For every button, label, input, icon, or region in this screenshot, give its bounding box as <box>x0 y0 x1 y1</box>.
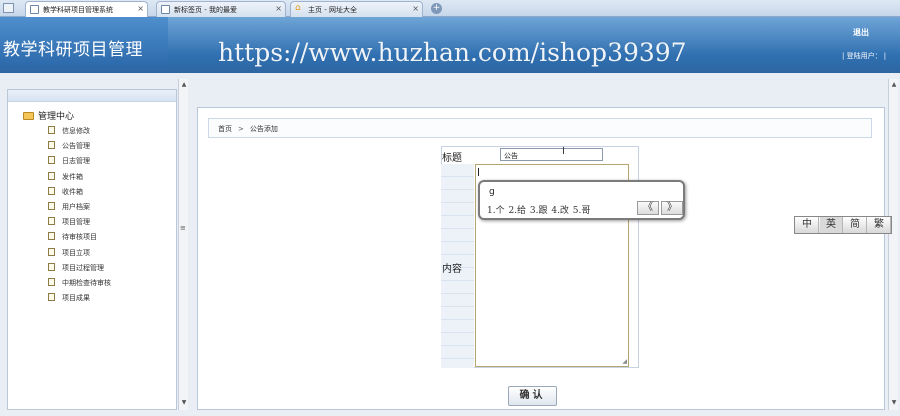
document-icon <box>48 186 55 195</box>
sidebar-menu: 管理中心 信息修改 公告管理 日志管理 发件箱 收件箱 用户档案 项目管理 待审… <box>7 89 177 410</box>
tab-home-directory[interactable]: ⌂ 主页 - 网址大全 × <box>290 1 423 17</box>
ime-status-bar: 中英简繁 <box>794 216 892 234</box>
sidebar-item-label: 信息修改 <box>62 127 90 135</box>
main-scrollbar[interactable]: ▲ ▼ <box>888 79 898 410</box>
ime-candidate-window: g 1.个 2.给 3.跟 4.改 5.哥 《 》 <box>478 180 685 220</box>
logged-in-user: | 登陆用户： | <box>842 52 887 60</box>
tab-label: 主页 - 网址大全 <box>308 6 357 14</box>
document-icon <box>48 141 55 150</box>
ime-candidate-list[interactable]: 1.个 2.给 3.跟 4.改 5.哥 <box>487 203 590 216</box>
ime-mode-english[interactable]: 英 <box>820 217 843 233</box>
home-icon: ⌂ <box>295 3 301 13</box>
sidebar-item-project-results[interactable]: 项目成果 <box>48 293 111 308</box>
sidebar-item-logs[interactable]: 日志管理 <box>48 156 111 171</box>
sidebar-header <box>8 90 176 102</box>
sidebar-item-info-edit[interactable]: 信息修改 <box>48 126 111 141</box>
ime-mode-traditional[interactable]: 繁 <box>868 217 891 233</box>
scroll-down-arrow-icon[interactable]: ▼ <box>180 399 188 407</box>
tab-label: 新标签页 - 我的最爱 <box>174 6 237 14</box>
scroll-up-arrow-icon[interactable]: ▲ <box>890 81 898 89</box>
sidebar-item-label: 项目管理 <box>62 218 90 227</box>
sidebar-item-label: 项目过程管理 <box>62 263 104 272</box>
watermark-text: https://www.huzhan.com/ishop39397 <box>218 38 687 67</box>
sidebar-item-label: 日志管理 <box>62 157 90 166</box>
tab-new-tab-favorites[interactable]: 新标签页 - 我的最爱 × <box>156 1 286 17</box>
sidebar-item-list: 信息修改 公告管理 日志管理 发件箱 收件箱 用户档案 项目管理 待审核项目 项… <box>48 126 111 308</box>
page-icon <box>161 5 170 14</box>
document-icon <box>48 277 55 286</box>
sidebar-item-inbox[interactable]: 收件箱 <box>48 186 111 202</box>
tree-root-label: 管理中心 <box>38 112 75 122</box>
sidebar-item-label: 待审核项目 <box>62 233 97 242</box>
sidebar-item-label: 公告管理 <box>62 142 90 151</box>
title-label: 标题 <box>442 153 462 164</box>
breadcrumb-separator: > <box>238 125 244 133</box>
document-icon <box>48 126 55 134</box>
new-tab-button[interactable]: + <box>431 3 442 14</box>
sidebar-item-label: 收件箱 <box>62 187 83 196</box>
breadcrumb-current: 公告添加 <box>249 125 278 133</box>
sidebar-item-label: 发件箱 <box>62 172 83 181</box>
close-icon[interactable]: × <box>412 4 419 13</box>
close-icon[interactable]: × <box>275 4 282 13</box>
sidebar-item-label: 项目立项 <box>62 248 90 257</box>
breadcrumb: 首页 > 公告添加 <box>208 118 872 138</box>
sidebar-item-label: 用户档案 <box>62 202 90 211</box>
scroll-down-arrow-icon[interactable]: ▼ <box>890 399 898 407</box>
close-icon[interactable]: × <box>137 4 144 13</box>
document-icon <box>48 171 55 180</box>
document-icon <box>48 217 55 226</box>
document-icon <box>48 201 55 210</box>
sidebar-item-project-approval[interactable]: 项目立项 <box>48 247 111 263</box>
sidebar-item-outbox[interactable]: 发件箱 <box>48 171 111 187</box>
content-label: 内容 <box>442 264 462 275</box>
sidebar-item-user-profiles[interactable]: 用户档案 <box>48 201 111 217</box>
folder-open-icon <box>23 112 34 120</box>
scroll-up-arrow-icon[interactable]: ▲ <box>180 81 188 89</box>
document-icon <box>48 293 55 302</box>
sidebar-item-process-management[interactable]: 项目过程管理 <box>48 262 111 278</box>
browser-menu-icon[interactable] <box>3 3 14 13</box>
sidebar-item-midterm-review[interactable]: 中期检查待审核 <box>48 277 111 293</box>
left-splitter-handle[interactable]: ≡ <box>180 224 186 232</box>
document-icon <box>48 156 55 165</box>
sidebar-item-label: 中期检查待审核 <box>62 278 111 287</box>
ime-composition-text: g <box>489 187 495 197</box>
ime-prev-page-button[interactable]: 《 <box>637 201 659 215</box>
confirm-button[interactable]: 确认 <box>508 386 557 406</box>
document-icon <box>48 232 55 241</box>
text-cursor-icon: I <box>562 146 565 157</box>
ime-mode-simplified[interactable]: 简 <box>844 217 867 233</box>
sidebar-item-label: 项目成果 <box>62 294 90 303</box>
document-icon <box>48 247 55 256</box>
title-input[interactable]: 公告 <box>500 148 603 161</box>
breadcrumb-home[interactable]: 首页 <box>218 125 232 133</box>
resize-grip-icon[interactable]: ◢ <box>622 358 627 365</box>
sidebar-item-pending-review[interactable]: 待审核项目 <box>48 232 111 247</box>
tab-teaching-research[interactable]: 教学科研项目管理系统 × <box>25 1 148 17</box>
page-icon <box>30 5 39 14</box>
logout-link[interactable]: 退出 <box>853 27 869 38</box>
document-icon <box>48 262 55 271</box>
sidebar-item-project-management[interactable]: 项目管理 <box>48 217 111 232</box>
text-caret <box>478 168 479 176</box>
browser-tab-bar: 教学科研项目管理系统 × 新标签页 - 我的最爱 × ⌂ 主页 - 网址大全 ×… <box>0 0 900 17</box>
sidebar-scrollbar[interactable]: ▲ ▼ <box>178 79 188 410</box>
tree-root-admin-center[interactable]: 管理中心 <box>23 109 74 122</box>
app-title: 教学科研项目管理 <box>3 40 143 60</box>
ime-mode-chinese[interactable]: 中 <box>796 217 819 233</box>
sidebar-item-announcements[interactable]: 公告管理 <box>48 141 111 156</box>
tab-label: 教学科研项目管理系统 <box>43 6 113 14</box>
ime-next-page-button[interactable]: 》 <box>661 201 683 215</box>
